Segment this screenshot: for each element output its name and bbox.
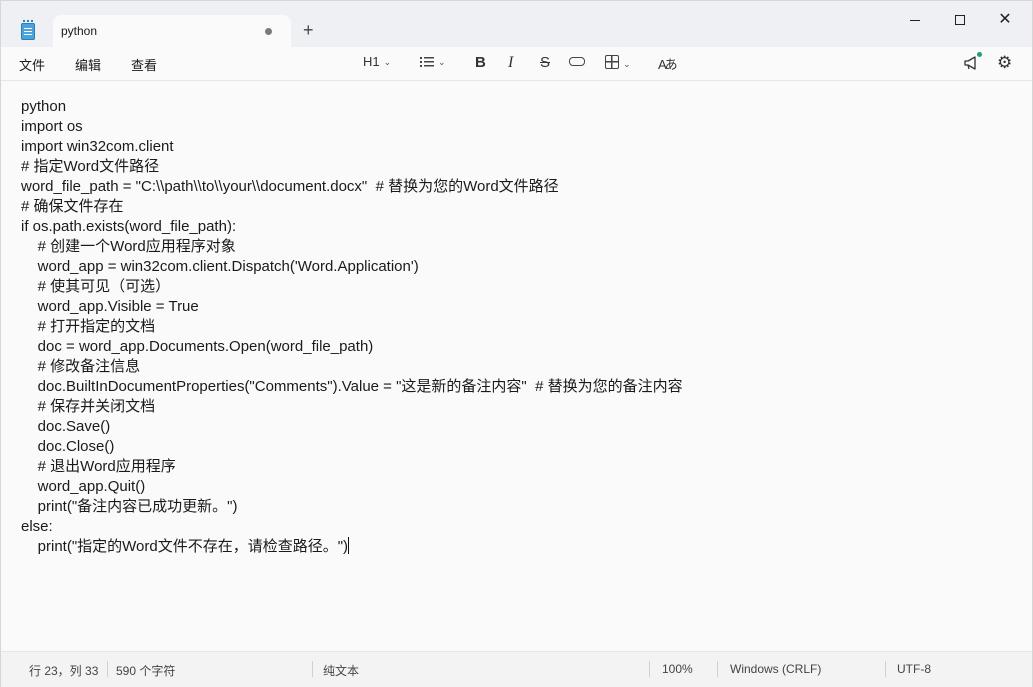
editor-line[interactable]: word_file_path = "C:\\path\\to\\your\\do… xyxy=(21,177,683,197)
link-icon xyxy=(569,57,585,66)
minimize-button[interactable] xyxy=(905,11,925,31)
notepad-window: python + ✕ 文件 编辑 查看 H1 ⌄ ⌄ B I S ⌄ Aあ ⚙ … xyxy=(0,0,1033,687)
new-tab-button[interactable]: + xyxy=(303,21,314,39)
menu-file[interactable]: 文件 xyxy=(19,55,45,74)
editor-line[interactable]: word_app.Quit() xyxy=(21,477,683,497)
editor-line[interactable]: # 创建一个Word应用程序对象 xyxy=(21,237,683,257)
editor-line[interactable]: if os.path.exists(word_file_path): xyxy=(21,217,683,237)
editor-line[interactable]: import os xyxy=(21,117,683,137)
status-divider xyxy=(885,661,886,677)
editor-line[interactable]: # 保存并关闭文档 xyxy=(21,397,683,417)
line-ending[interactable]: Windows (CRLF) xyxy=(730,662,821,676)
text-cursor xyxy=(348,537,350,554)
editor-line[interactable]: doc.Close() xyxy=(21,437,683,457)
editor-line[interactable]: # 打开指定的文档 xyxy=(21,317,683,337)
status-bar: 行 23，列 33 590 个字符 纯文本 100% Windows (CRLF… xyxy=(1,651,1032,687)
editor-line[interactable]: else: xyxy=(21,517,683,537)
editor-line[interactable]: print("指定的Word文件不存在，请检查路径。") xyxy=(21,537,683,557)
bold-button[interactable]: B xyxy=(475,54,486,72)
maximize-button[interactable] xyxy=(950,11,970,31)
strikethrough-button[interactable]: S xyxy=(540,54,550,72)
status-divider xyxy=(107,661,108,677)
spellcheck-button[interactable]: Aあ xyxy=(658,54,678,72)
editor-line[interactable]: # 使其可见（可选） xyxy=(21,277,683,297)
status-divider xyxy=(649,661,650,677)
table-icon xyxy=(605,55,619,69)
editor-line[interactable]: # 修改备注信息 xyxy=(21,357,683,377)
unsaved-dot-icon[interactable] xyxy=(265,28,272,35)
editor-line[interactable]: doc = word_app.Documents.Open(word_file_… xyxy=(21,337,683,357)
heading-dropdown[interactable]: H1 ⌄ xyxy=(363,54,391,72)
zoom-level[interactable]: 100% xyxy=(662,662,693,676)
character-count: 590 个字符 xyxy=(116,664,176,678)
editor-content[interactable]: python import os import win32com.client # 指… xyxy=(21,97,683,557)
status-divider xyxy=(312,661,313,677)
heading-label: H1 xyxy=(363,54,380,69)
status-divider xyxy=(717,661,718,677)
table-dropdown[interactable]: ⌄ xyxy=(605,54,631,72)
editor-line[interactable]: word_app = win32com.client.Dispatch('Wor… xyxy=(21,257,683,277)
notepad-app-icon xyxy=(21,20,35,40)
cursor-position: 行 23，列 33 xyxy=(29,664,99,678)
tab-title: python xyxy=(61,24,98,38)
link-button[interactable] xyxy=(569,54,585,72)
chevron-down-icon: ⌄ xyxy=(623,59,631,69)
italic-button[interactable]: I xyxy=(508,54,513,72)
editor-line[interactable]: doc.BuiltInDocumentProperties("Comments"… xyxy=(21,377,683,397)
editor-line[interactable]: # 确保文件存在 xyxy=(21,197,683,217)
editor-line[interactable]: # 指定Word文件路径 xyxy=(21,157,683,177)
list-dropdown[interactable]: ⌄ xyxy=(420,54,446,72)
notification-dot-icon xyxy=(977,52,982,57)
menu-edit[interactable]: 编辑 xyxy=(75,55,101,74)
menu-view[interactable]: 查看 xyxy=(131,55,157,74)
tab-python[interactable]: python xyxy=(53,15,291,47)
chevron-down-icon: ⌄ xyxy=(438,57,446,67)
title-bar: python + ✕ xyxy=(1,1,1032,47)
settings-gear-icon[interactable]: ⚙ xyxy=(997,53,1012,73)
text-format[interactable]: 纯文本 xyxy=(323,662,359,679)
editor-line[interactable]: doc.Save() xyxy=(21,417,683,437)
editor-line[interactable]: print("备注内容已成功更新。") xyxy=(21,497,683,517)
menu-bar: 文件 编辑 查看 H1 ⌄ ⌄ B I S ⌄ Aあ ⚙ xyxy=(1,47,1032,81)
chevron-down-icon: ⌄ xyxy=(383,57,392,67)
text-editor[interactable]: python import os import win32com.client # 指… xyxy=(1,81,1032,649)
editor-line[interactable]: # 退出Word应用程序 xyxy=(21,457,683,477)
encoding[interactable]: UTF-8 xyxy=(897,662,931,676)
editor-line[interactable]: python xyxy=(21,97,683,117)
list-icon xyxy=(420,57,434,67)
editor-line[interactable]: import win32com.client xyxy=(21,137,683,157)
close-button[interactable]: ✕ xyxy=(995,11,1015,31)
editor-line[interactable]: word_app.Visible = True xyxy=(21,297,683,317)
